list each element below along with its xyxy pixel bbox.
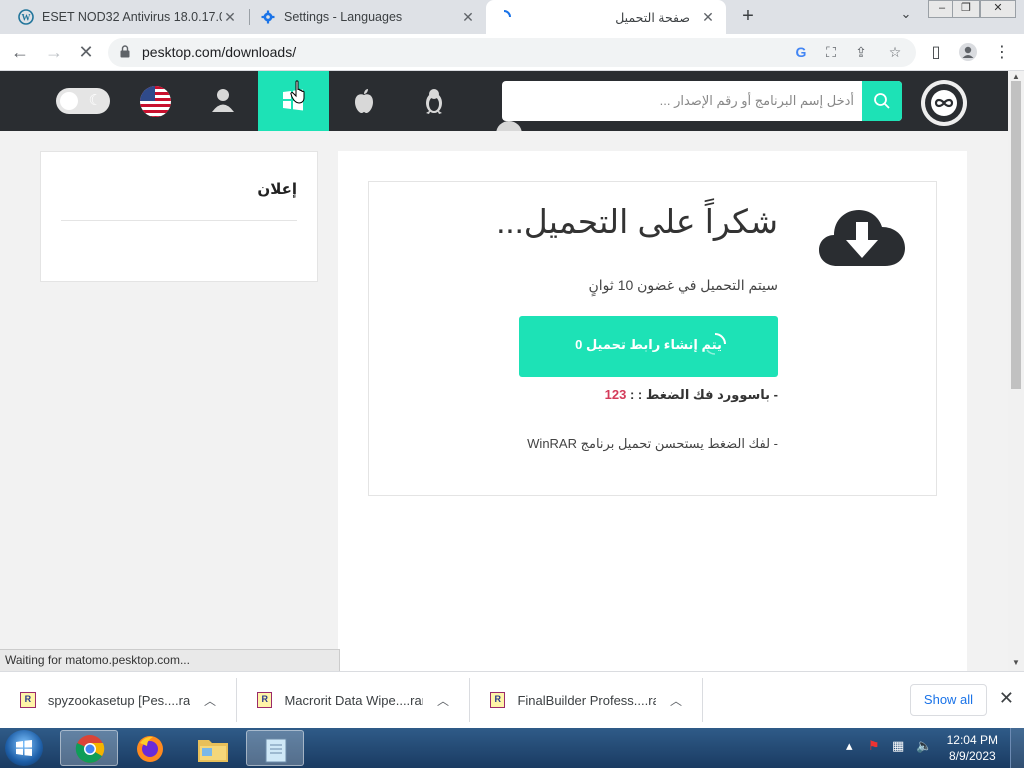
- tab-title: Settings - Languages: [284, 10, 403, 24]
- page-scrollbar[interactable]: ▲ ▼: [1008, 71, 1024, 671]
- tab-settings[interactable]: Settings - Languages ✕: [250, 0, 486, 34]
- download-item[interactable]: R FinalBuilder Profess....rar ︿: [470, 678, 703, 722]
- rar-file-icon: R: [490, 692, 506, 708]
- share-icon[interactable]: ⇪: [852, 44, 870, 61]
- show-desktop-button[interactable]: [1010, 728, 1024, 768]
- download-filename: Macrorit Data Wipe....rar: [284, 692, 423, 708]
- tab-search-chevron-icon[interactable]: ⌄: [896, 6, 916, 22]
- site-header: ☾ أدخل إسم البرنامج أو رقم الإصدار ...: [0, 71, 1008, 135]
- google-icon[interactable]: G: [792, 44, 810, 60]
- chevron-up-icon[interactable]: ︿: [204, 692, 216, 709]
- download-card: شكراً على التحميل... سيتم التحميل في غضو…: [338, 151, 967, 671]
- volume-muted-icon[interactable]: 🔈: [916, 738, 932, 754]
- url-text: pesktop.com/downloads/: [142, 44, 297, 60]
- taskbar-firefox[interactable]: [122, 730, 180, 766]
- tab-eset[interactable]: W ESET NOD32 Antivirus 18.0.17.0 ( ✕: [8, 0, 248, 34]
- windows-logo-icon: [16, 740, 32, 756]
- side-panel-icon[interactable]: ▯: [926, 42, 946, 62]
- linux-tux-icon[interactable]: [419, 87, 449, 121]
- profile-icon[interactable]: [958, 42, 978, 67]
- translate-icon[interactable]: ⛶: [822, 44, 840, 61]
- system-clock[interactable]: 12:04 PM 8/9/2023: [947, 732, 998, 764]
- start-button[interactable]: [5, 730, 43, 766]
- chevron-up-icon[interactable]: ︿: [437, 692, 449, 709]
- loading-spinner-icon: [496, 9, 512, 25]
- apple-icon[interactable]: [349, 88, 379, 120]
- forward-button[interactable]: →: [42, 40, 66, 64]
- download-box: شكراً على التحميل... سيتم التحميل في غضو…: [368, 181, 937, 496]
- close-icon[interactable]: ✕: [222, 9, 238, 26]
- search-placeholder: أدخل إسم البرنامج أو رقم الإصدار ...: [659, 93, 854, 108]
- download-filename: FinalBuilder Profess....rar: [517, 692, 656, 708]
- bookmark-star-icon[interactable]: ☆: [886, 44, 904, 61]
- thanks-heading: شكراً على التحميل...: [496, 203, 778, 240]
- status-bar: Waiting for matomo.pesktop.com...: [0, 649, 340, 671]
- close-shelf-icon[interactable]: ✕: [999, 688, 1014, 709]
- taskbar-chrome[interactable]: [60, 730, 118, 766]
- hand-cursor-icon: [290, 80, 305, 104]
- rar-file-icon: R: [257, 692, 273, 708]
- divider: [61, 220, 297, 221]
- maximize-button[interactable]: ❐: [952, 0, 980, 18]
- download-filename: spyzookasetup [Pes....rar: [47, 692, 190, 708]
- search-button[interactable]: [862, 81, 902, 121]
- chrome-icon: [75, 735, 105, 763]
- scroll-thumb[interactable]: [1011, 81, 1021, 389]
- cloud-download-icon: [819, 210, 905, 266]
- button-label: يتم إنشاء رابط تحميل 0: [575, 337, 722, 352]
- tab-title: صفحة التحميل: [615, 10, 690, 25]
- countdown-text: سيتم التحميل في غضون 10 ثوانٍ: [588, 277, 778, 293]
- scroll-down-arrow[interactable]: ▼: [1008, 657, 1024, 669]
- windows-taskbar: ▴ ⚑ ▦ 🔈 12:04 PM 8/9/2023: [0, 728, 1024, 768]
- wordpress-icon: W: [18, 9, 34, 25]
- taskbar-notepad[interactable]: [246, 730, 304, 766]
- close-icon[interactable]: ✕: [460, 9, 476, 26]
- new-tab-button[interactable]: +: [736, 5, 760, 29]
- search-icon: [874, 93, 890, 109]
- pesktop-logo[interactable]: [921, 80, 967, 126]
- site-search-box[interactable]: أدخل إسم البرنامج أو رقم الإصدار ...: [502, 81, 902, 121]
- user-account-icon[interactable]: [208, 87, 238, 119]
- show-all-button[interactable]: Show all: [910, 684, 987, 716]
- tab-title: ESET NOD32 Antivirus 18.0.17.0 (: [42, 10, 222, 24]
- svg-text:W: W: [22, 13, 31, 23]
- loading-spinner-icon: [706, 333, 726, 355]
- clock-time: 12:04 PM: [946, 733, 998, 747]
- toggle-knob: [60, 92, 78, 110]
- tab-download-page[interactable]: صفحة التحميل ✕: [486, 0, 726, 34]
- tray-overflow-icon[interactable]: ▴: [846, 738, 853, 754]
- password-line: - باسوورد فك الضغط : : 123: [605, 387, 778, 403]
- firefox-icon: [137, 736, 163, 762]
- ad-title: إعلان: [257, 181, 297, 198]
- folder-icon: [198, 740, 228, 762]
- back-button[interactable]: ←: [8, 40, 32, 64]
- download-shelf: R spyzookasetup [Pes....rar ︿ R Macrorit…: [0, 671, 1024, 728]
- action-center-flag-icon[interactable]: ⚑: [868, 738, 880, 754]
- clock-date: 8/9/2023: [948, 749, 996, 763]
- notepad-icon: [265, 738, 287, 763]
- menu-kebab-icon[interactable]: ⋮: [992, 42, 1012, 62]
- moon-icon: ☾: [88, 92, 102, 109]
- rar-file-icon: R: [20, 692, 36, 708]
- ad-sidebar-card: إعلان: [40, 151, 318, 282]
- stop-loading-button[interactable]: ✕: [74, 40, 98, 64]
- address-bar[interactable]: pesktop.com/downloads/ G ⛶ ⇪ ☆: [108, 38, 916, 67]
- us-flag-icon[interactable]: [140, 86, 171, 117]
- network-icon[interactable]: ▦: [892, 738, 904, 754]
- lock-icon: [120, 45, 130, 58]
- chevron-up-icon[interactable]: ︿: [670, 692, 682, 709]
- gear-icon: [260, 9, 276, 25]
- password-value: 123: [604, 387, 627, 402]
- password-label: - باسوورد فك الضغط : :: [626, 387, 778, 402]
- window-close-button[interactable]: ✕: [980, 0, 1016, 18]
- winrar-note: - لفك الضغط يستحسن تحميل برنامج WinRAR: [527, 436, 778, 451]
- close-icon[interactable]: ✕: [700, 9, 716, 26]
- download-item[interactable]: R Macrorit Data Wipe....rar ︿: [237, 678, 470, 722]
- tab-strip: W ESET NOD32 Antivirus 18.0.17.0 ( ✕ Set…: [0, 0, 1024, 34]
- browser-toolbar: ← → ✕ pesktop.com/downloads/ G ⛶ ⇪ ☆ ▯ ⋮: [0, 34, 1024, 71]
- dark-mode-toggle[interactable]: ☾: [56, 88, 110, 114]
- taskbar-explorer[interactable]: [184, 730, 242, 766]
- download-item[interactable]: R spyzookasetup [Pes....rar ︿: [0, 678, 237, 722]
- generate-download-link-button[interactable]: يتم إنشاء رابط تحميل 0: [519, 316, 778, 377]
